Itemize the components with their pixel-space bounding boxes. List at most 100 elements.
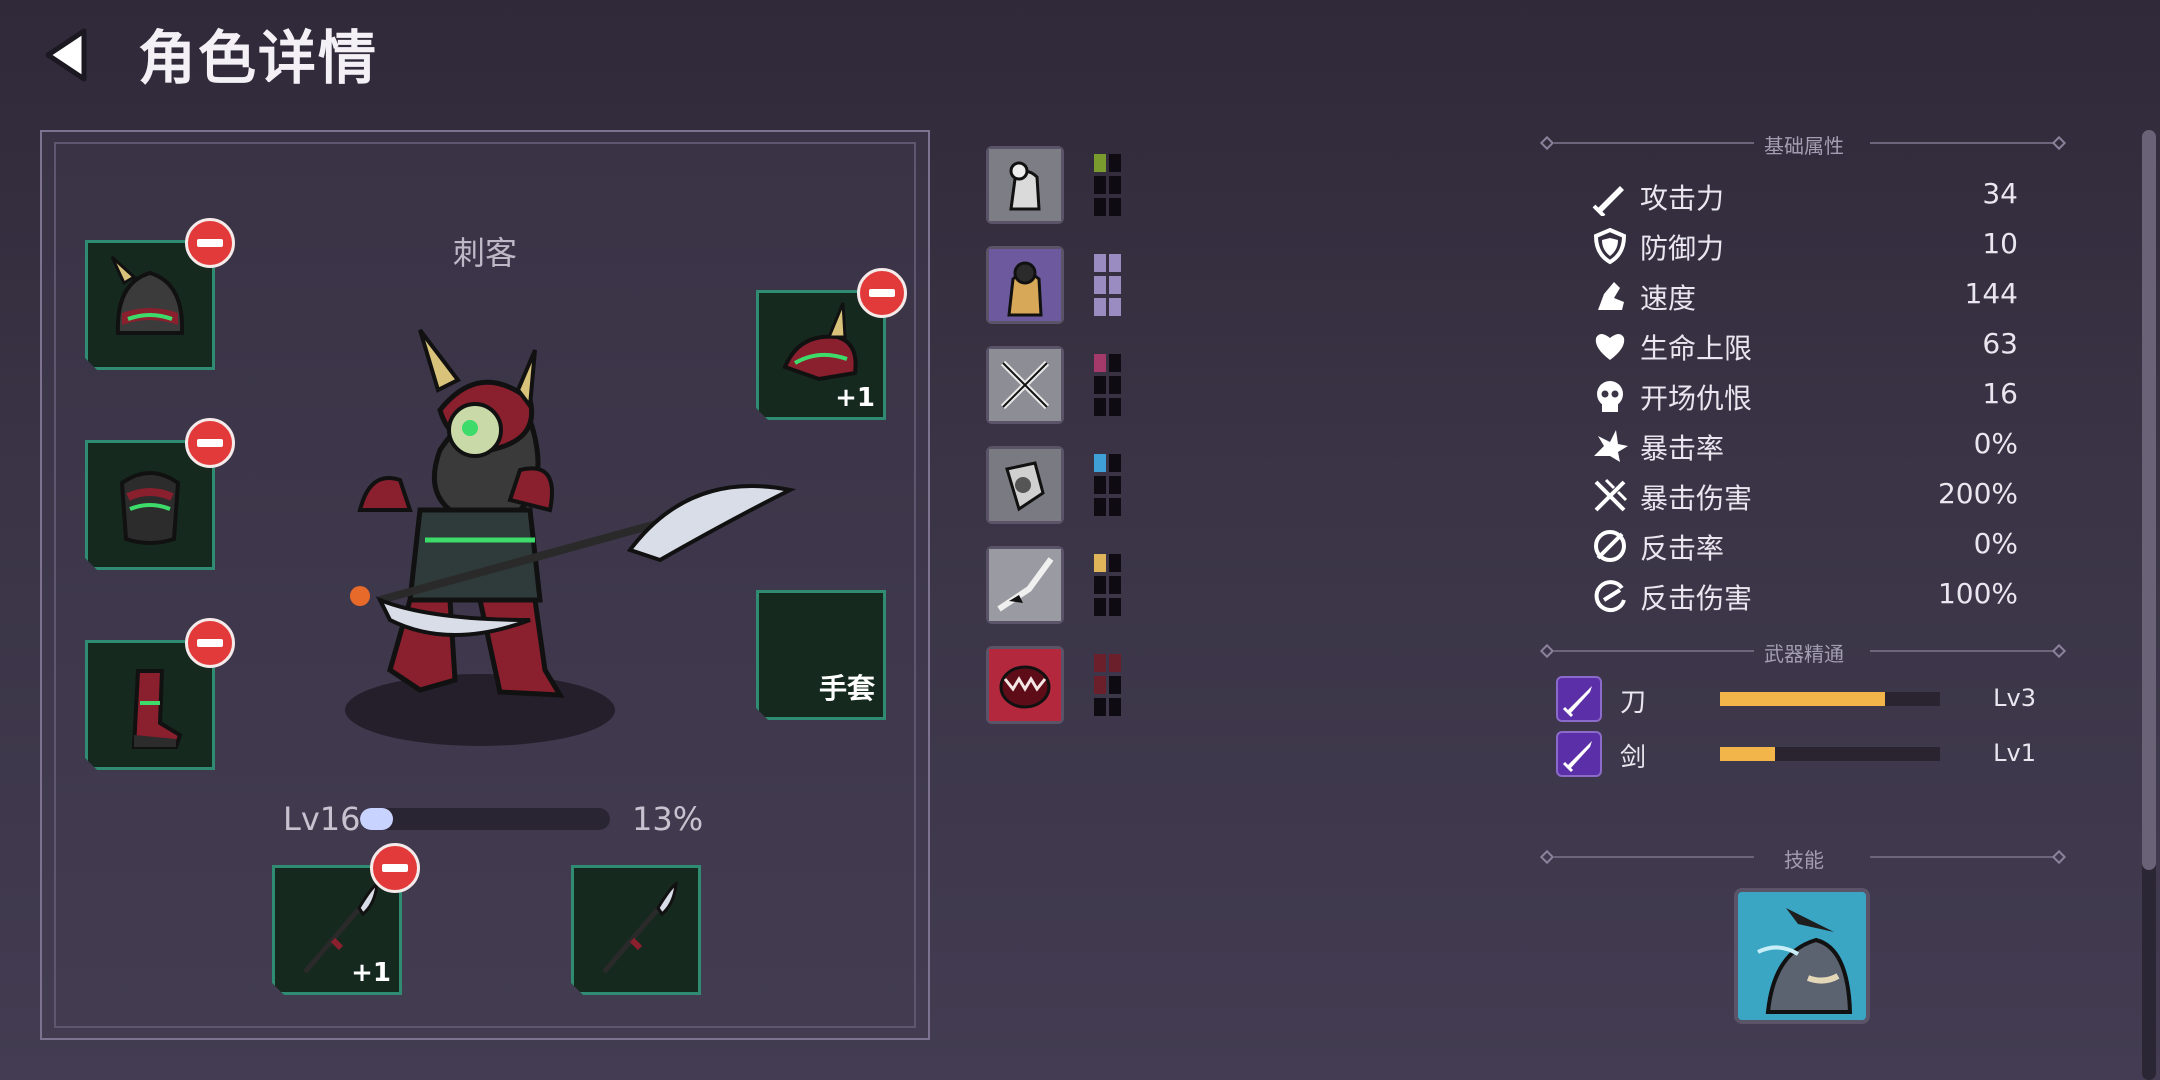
exp-bar-fill bbox=[360, 808, 393, 830]
skill-pip bbox=[1094, 354, 1106, 372]
remove-weapon-button[interactable] bbox=[370, 843, 420, 893]
stat-value: 100% bbox=[1937, 577, 2018, 610]
upgrade-level: +1 bbox=[835, 383, 875, 413]
skill-pips bbox=[1094, 554, 1124, 620]
skill-pip bbox=[1109, 276, 1121, 294]
back-arrow-icon bbox=[45, 28, 87, 82]
section-divider bbox=[1870, 650, 2054, 652]
stat-value: 16 bbox=[1982, 377, 2018, 410]
section-divider-ornament bbox=[2051, 849, 2067, 865]
skill-pips bbox=[1094, 454, 1124, 520]
skill-pip bbox=[1109, 654, 1121, 672]
weapon-mastery-level: Lv3 bbox=[1993, 684, 2036, 712]
stat-label: 反击率 bbox=[1640, 532, 1725, 565]
skill-pip bbox=[1109, 354, 1121, 372]
section-divider bbox=[1554, 856, 1754, 858]
skill-pip bbox=[1094, 554, 1106, 572]
skill-card-2[interactable] bbox=[986, 246, 1064, 324]
stat-label: 反击伤害 bbox=[1640, 582, 1753, 615]
skill-pip bbox=[1109, 554, 1121, 572]
skill-pip bbox=[1109, 698, 1121, 716]
skill-pip bbox=[1094, 198, 1106, 216]
skill-pips bbox=[1094, 254, 1124, 320]
sword-icon bbox=[1590, 176, 1630, 218]
skill-pip bbox=[1109, 176, 1121, 194]
skill-pip bbox=[1109, 476, 1121, 494]
skill-pip bbox=[1109, 376, 1121, 394]
skill-card-4[interactable] bbox=[986, 446, 1064, 524]
section-title-skills: 技能 bbox=[1784, 848, 1824, 872]
blade-icon bbox=[1556, 676, 1602, 722]
weapon-mastery-bar bbox=[1720, 747, 1940, 761]
section-title-weapon-mastery: 武器精通 bbox=[1764, 642, 1844, 666]
skill-pip bbox=[1109, 198, 1121, 216]
skill-card-1[interactable] bbox=[986, 146, 1064, 224]
crit-damage-icon bbox=[1590, 476, 1630, 516]
section-divider-ornament bbox=[1539, 643, 1555, 659]
stat-value: 63 bbox=[1982, 327, 2018, 360]
skill-card-3[interactable] bbox=[986, 346, 1064, 424]
skill-pip bbox=[1094, 454, 1106, 472]
back-button[interactable] bbox=[40, 25, 100, 85]
skill-pip bbox=[1094, 698, 1106, 716]
stat-value: 0% bbox=[1973, 527, 2018, 560]
crossed-swords-icon bbox=[989, 349, 1061, 421]
boot-icon bbox=[1590, 276, 1630, 316]
sword-mastery-icon bbox=[1556, 731, 1602, 777]
skill-card-5[interactable] bbox=[986, 546, 1064, 624]
stat-label: 攻击力 bbox=[1640, 182, 1725, 215]
skull-icon bbox=[1590, 376, 1630, 416]
skill-pip bbox=[1094, 498, 1106, 516]
skill-pip bbox=[1109, 676, 1121, 694]
warrior-icon bbox=[989, 249, 1061, 321]
shield-fist-icon bbox=[989, 449, 1061, 521]
skill-pip bbox=[1094, 154, 1106, 172]
remove-shoulder-button[interactable] bbox=[857, 268, 907, 318]
skill-pip bbox=[1109, 154, 1121, 172]
empty-slot-label: 手套 bbox=[818, 672, 875, 705]
skill-pip bbox=[1094, 298, 1106, 316]
stat-value: 200% bbox=[1937, 477, 2018, 510]
skill-pip bbox=[1109, 298, 1121, 316]
skill-card-6[interactable] bbox=[986, 646, 1064, 724]
section-title-basic: 基础属性 bbox=[1764, 134, 1844, 158]
exp-bar bbox=[360, 808, 610, 830]
stat-value: 0% bbox=[1973, 427, 2018, 460]
exp-percent: 13% bbox=[632, 800, 704, 838]
skill-pip bbox=[1109, 398, 1121, 416]
skill-pips bbox=[1094, 654, 1124, 720]
stat-value: 34 bbox=[1982, 177, 2018, 210]
skill-pip bbox=[1094, 276, 1106, 294]
scrollbar-thumb[interactable] bbox=[2142, 130, 2156, 870]
heart-icon bbox=[1590, 326, 1630, 366]
skill-pip bbox=[1094, 376, 1106, 394]
monster-mouth-icon bbox=[989, 649, 1061, 721]
weapon-mastery-bar-fill bbox=[1720, 692, 1885, 706]
stat-value: 10 bbox=[1982, 227, 2018, 260]
stat-label: 暴击率 bbox=[1640, 432, 1725, 465]
equip-slot-off-weapon[interactable] bbox=[571, 865, 701, 995]
skill-slot[interactable] bbox=[1734, 888, 1870, 1024]
section-divider bbox=[1554, 142, 1754, 144]
stat-label: 暴击伤害 bbox=[1640, 482, 1753, 515]
weapon-mastery-label: 剑 bbox=[1620, 743, 1647, 773]
section-divider-ornament bbox=[1539, 135, 1555, 151]
section-divider bbox=[1554, 650, 1754, 652]
page-title: 角色详情 bbox=[138, 24, 379, 92]
skill-pip bbox=[1094, 654, 1106, 672]
skill-pip bbox=[1109, 598, 1121, 616]
remove-helmet-button[interactable] bbox=[185, 218, 235, 268]
skill-pip bbox=[1094, 176, 1106, 194]
section-divider-ornament bbox=[2051, 135, 2067, 151]
skill-pips bbox=[1094, 354, 1124, 420]
remove-boots-button[interactable] bbox=[185, 618, 235, 668]
skill-pip bbox=[1094, 476, 1106, 494]
fist-icon bbox=[989, 149, 1061, 221]
skill-pip bbox=[1109, 498, 1121, 516]
stat-label: 速度 bbox=[1640, 282, 1697, 315]
weapon-mastery-level: Lv1 bbox=[1993, 739, 2036, 767]
remove-armor-button[interactable] bbox=[185, 418, 235, 468]
crit-icon bbox=[1590, 426, 1630, 466]
upgrade-level: +1 bbox=[351, 958, 391, 988]
skill-pip bbox=[1094, 254, 1106, 272]
